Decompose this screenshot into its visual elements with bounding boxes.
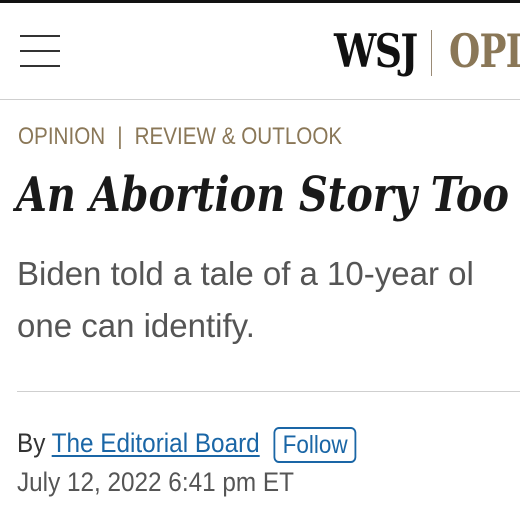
site-header: WSJ OPIN bbox=[0, 3, 520, 100]
menu-bar bbox=[20, 65, 60, 67]
article-dek: Biden told a tale of a 10-year ol one ca… bbox=[17, 248, 520, 352]
article-headline: An Abortion Story Too bbox=[16, 167, 510, 223]
publish-timestamp: July 12, 2022 6:41 pm ET bbox=[17, 467, 294, 497]
wsj-logo[interactable]: WSJ bbox=[334, 21, 418, 81]
menu-bar bbox=[20, 35, 60, 37]
byline-prefix: By bbox=[17, 428, 46, 458]
dek-line-1: Biden told a tale of a 10-year ol bbox=[17, 255, 474, 292]
follow-button[interactable]: Follow bbox=[273, 426, 357, 463]
menu-bar bbox=[20, 50, 60, 52]
hamburger-menu-icon[interactable] bbox=[20, 33, 62, 67]
byline: By The Editorial Board Follow bbox=[17, 424, 357, 463]
breadcrumb: OPINION | REVIEW & OUTLOOK bbox=[18, 120, 342, 154]
divider bbox=[17, 391, 520, 392]
breadcrumb-separator: | bbox=[117, 123, 123, 150]
logo-divider bbox=[431, 30, 432, 76]
dek-line-2: one can identify. bbox=[17, 307, 255, 344]
author-link[interactable]: The Editorial Board bbox=[52, 428, 260, 458]
opinion-wordmark[interactable]: OPIN bbox=[449, 21, 520, 81]
breadcrumb-opinion-link[interactable]: OPINION bbox=[18, 123, 105, 150]
breadcrumb-review-outlook-link[interactable]: REVIEW & OUTLOOK bbox=[135, 123, 343, 150]
